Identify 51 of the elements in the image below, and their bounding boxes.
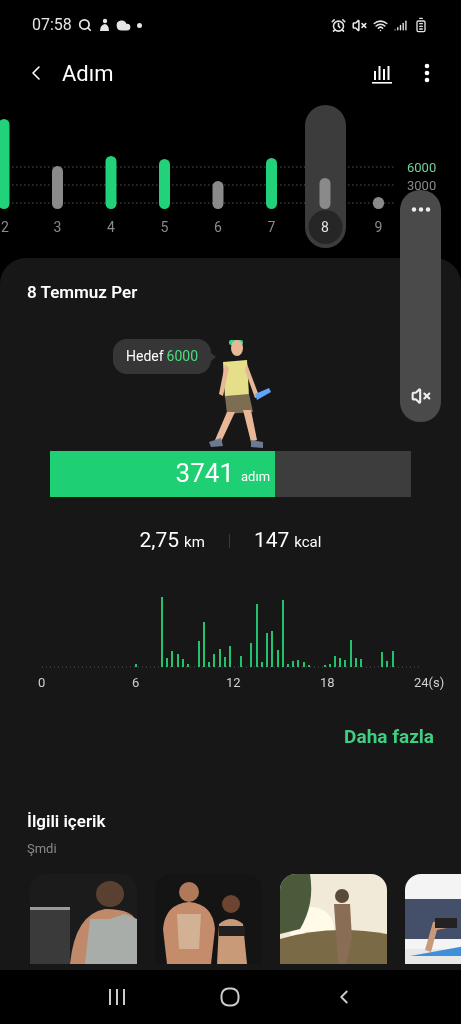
hour-axis-label: 18 [320, 673, 335, 692]
hour-axis-label: 0 [38, 673, 46, 692]
day-bar[interactable] [105, 156, 117, 209]
step-count: 3741 [175, 457, 235, 490]
stat-value: 2,75 [139, 526, 180, 554]
day-label[interactable]: 4 [107, 219, 115, 235]
person-icon [97, 18, 110, 32]
search-icon [77, 18, 92, 32]
wifi-icon [373, 17, 388, 33]
related-subtitle: Şmdi [27, 839, 57, 858]
day-bar[interactable] [52, 166, 63, 209]
day-label[interactable]: 2 [1, 219, 9, 235]
day-bar[interactable] [266, 158, 277, 209]
step-unit: adım [241, 467, 271, 486]
day-label[interactable]: 3 [53, 219, 62, 235]
alarm-icon [331, 17, 346, 33]
mute-icon [410, 386, 431, 406]
mute-icon [352, 17, 367, 33]
day-bar[interactable] [212, 181, 224, 209]
more-icon [424, 63, 430, 83]
hour-axis-label: 12 [226, 673, 241, 692]
hour-axis-label: 6 [132, 673, 140, 692]
date-title: 8 Temmuz Per [27, 281, 138, 304]
home-icon [220, 987, 241, 1007]
recent-apps-icon [107, 989, 126, 1005]
stat-value: 147 [253, 526, 290, 554]
day-label[interactable]: 8 [321, 219, 329, 235]
day-bar[interactable] [373, 197, 384, 209]
day-bar[interactable] [0, 119, 10, 209]
page-title: Adım [62, 59, 114, 88]
stat-unit: km [184, 531, 205, 553]
cloud-icon [115, 17, 131, 33]
more-icon [410, 206, 431, 212]
day-label[interactable]: 5 [160, 219, 169, 235]
stat-unit: kcal [294, 531, 322, 553]
selected-day-highlight[interactable] [305, 105, 346, 248]
day-bar[interactable] [159, 159, 170, 209]
day-label[interactable]: 7 [267, 219, 276, 235]
goal-axis-label: 6000 [407, 160, 437, 175]
signal-icon [394, 18, 407, 32]
day-label[interactable]: 6 [214, 219, 222, 235]
day-label[interactable]: 9 [374, 219, 383, 235]
related-title: İlgili içerik [27, 810, 106, 833]
hour-axis-label: 24(s) [414, 673, 445, 692]
axis-label: 3000 [407, 178, 437, 193]
more-link[interactable]: Daha fazla [344, 722, 434, 751]
volume-settings-button[interactable] [409, 204, 432, 214]
home-button[interactable] [218, 985, 243, 1009]
battery-icon [413, 17, 429, 33]
status-time: 07:58 [32, 14, 72, 36]
dot-icon [136, 22, 142, 28]
